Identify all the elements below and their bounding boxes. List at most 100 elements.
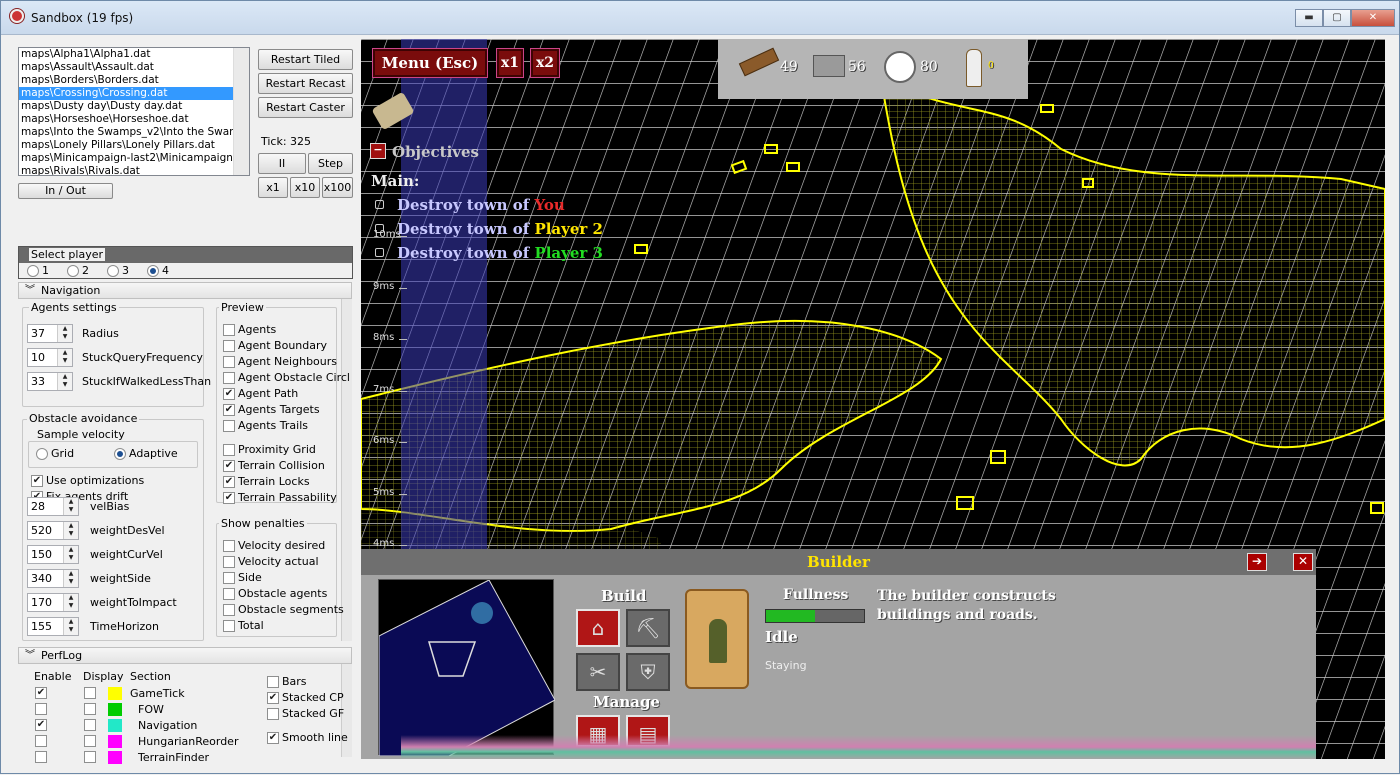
- weight-spinner[interactable]: 155 ▲ ▼: [27, 617, 79, 636]
- restart-recast-button[interactable]: Restart Recast: [258, 73, 353, 94]
- weight-spinner[interactable]: 520 ▲ ▼: [27, 521, 79, 540]
- map-list-item[interactable]: maps\Alpha1\Alpha1.dat: [19, 48, 233, 61]
- radius-spinner[interactable]: 37 ▲ ▼: [27, 324, 73, 343]
- map-list-item[interactable]: maps\Borders\Borders.dat: [19, 74, 233, 87]
- perflog-display-checkbox[interactable]: [84, 751, 96, 763]
- tools-icon[interactable]: ✂: [576, 653, 620, 691]
- navigation-header[interactable]: ︾ Navigation: [18, 282, 352, 299]
- collapse-objectives-icon[interactable]: −: [370, 143, 386, 159]
- player-radio-1[interactable]: 1: [27, 264, 49, 277]
- house-icon[interactable]: ⌂: [576, 609, 620, 647]
- penalty-checkbox-box[interactable]: [223, 540, 235, 552]
- perflog-option-checkbox-box[interactable]: [267, 676, 279, 688]
- perflog-option-checkbox[interactable]: ✔ Smooth line: [267, 731, 348, 744]
- speed-x100-button[interactable]: x100: [322, 177, 353, 198]
- minimap[interactable]: [378, 579, 556, 757]
- close-window-button[interactable]: ✕: [1351, 9, 1395, 27]
- perflog-display-checkbox[interactable]: [84, 719, 96, 731]
- shield-icon[interactable]: ⛨: [626, 653, 670, 691]
- preview-checkbox[interactable]: ✔ Terrain Locks: [223, 475, 310, 488]
- perflog-enable-checkbox[interactable]: [35, 735, 47, 747]
- preview-checkbox-box[interactable]: [223, 420, 235, 432]
- penalty-checkbox-box[interactable]: [223, 620, 235, 632]
- perflog-display-checkbox[interactable]: [84, 703, 96, 715]
- weight-spinner[interactable]: 340 ▲ ▼: [27, 569, 79, 588]
- preview-checkbox-box[interactable]: [223, 356, 235, 368]
- spinner-arrows-icon[interactable]: ▲ ▼: [63, 594, 78, 611]
- preview-checkbox-box[interactable]: [223, 444, 235, 456]
- map-list-item[interactable]: maps\Dusty day\Dusty day.dat: [19, 100, 233, 113]
- navigation-scrollbar[interactable]: [341, 299, 352, 641]
- preview-checkbox-box[interactable]: ✔: [223, 388, 235, 400]
- map-list-item[interactable]: maps\Assault\Assault.dat: [19, 61, 233, 74]
- map-list-item[interactable]: maps\Horseshoe\Horseshoe.dat: [19, 113, 233, 126]
- perflog-option-checkbox-box[interactable]: ✔: [267, 692, 279, 704]
- game-viewport[interactable]: 49 56 80 0 Menu (Esc) x1 x2 − Objectives…: [361, 39, 1385, 759]
- penalty-checkbox-box[interactable]: [223, 604, 235, 616]
- penalty-checkbox[interactable]: Velocity desired: [223, 539, 325, 552]
- preview-checkbox[interactable]: ✔ Terrain Passability: [223, 491, 337, 504]
- preview-checkbox[interactable]: ✔ Terrain Collision: [223, 459, 325, 472]
- stuck-walked-spinner[interactable]: 33 ▲ ▼: [27, 372, 73, 391]
- perflog-option-checkbox[interactable]: ✔ Stacked CP: [267, 691, 344, 704]
- preview-checkbox-box[interactable]: ✔: [223, 476, 235, 488]
- in-out-button[interactable]: In / Out: [18, 183, 113, 199]
- preview-checkbox-box[interactable]: [223, 340, 235, 352]
- preview-checkbox-box[interactable]: ✔: [223, 460, 235, 472]
- spinner-arrows-icon[interactable]: ▲ ▼: [63, 618, 78, 635]
- map-list-item-selected[interactable]: maps\Crossing\Crossing.dat: [19, 87, 233, 100]
- close-builder-icon[interactable]: ✕: [1293, 553, 1313, 571]
- restart-tiled-button[interactable]: Restart Tiled: [258, 49, 353, 70]
- map-list-item[interactable]: maps\Rivals\Rivals.dat: [19, 165, 233, 175]
- penalty-checkbox[interactable]: Side: [223, 571, 262, 584]
- minimize-button[interactable]: ▬: [1295, 9, 1323, 27]
- restart-caster-button[interactable]: Restart Caster: [258, 97, 353, 118]
- menu-button[interactable]: Menu (Esc): [372, 48, 488, 78]
- preview-checkbox[interactable]: Agents Trails: [223, 419, 308, 432]
- spinner-arrows-icon[interactable]: ▲ ▼: [63, 546, 78, 563]
- map-list-item[interactable]: maps\Lonely Pillars\Lonely Pillars.dat: [19, 139, 233, 152]
- penalty-checkbox[interactable]: Velocity actual: [223, 555, 319, 568]
- map-list-item[interactable]: maps\Minicampaign-last2\Minicampaign-las…: [19, 152, 233, 165]
- player-radio-4[interactable]: 4: [147, 264, 169, 277]
- speed-x1-button[interactable]: x1: [258, 177, 288, 198]
- spinner-arrows-icon[interactable]: ▲ ▼: [63, 570, 78, 587]
- pickaxe-icon[interactable]: ⛏: [626, 609, 670, 647]
- weight-spinner[interactable]: 170 ▲ ▼: [27, 593, 79, 612]
- player-radio-2[interactable]: 2: [67, 264, 89, 277]
- stuck-query-spinner[interactable]: 10 ▲ ▼: [27, 348, 73, 367]
- map-list-item[interactable]: maps\Into the Swamps_v2\Into the Swamps: [19, 126, 233, 139]
- perflog-option-checkbox[interactable]: Stacked GF: [267, 707, 344, 720]
- perflog-header[interactable]: ︾ PerfLog: [18, 647, 352, 664]
- preview-checkbox[interactable]: ✔ Agent Path: [223, 387, 298, 400]
- preview-checkbox-box[interactable]: [223, 372, 235, 384]
- perflog-enable-checkbox[interactable]: [35, 703, 47, 715]
- arrow-right-icon[interactable]: ➔: [1247, 553, 1267, 571]
- step-button[interactable]: Step: [308, 153, 353, 174]
- adaptive-radio[interactable]: Adaptive: [114, 447, 178, 460]
- preview-checkbox-box[interactable]: ✔: [223, 404, 235, 416]
- game-speed-x2-button[interactable]: x2: [530, 48, 560, 78]
- preview-checkbox[interactable]: Agent Obstacle Circl: [223, 371, 350, 384]
- perflog-enable-checkbox[interactable]: ✔: [35, 719, 47, 731]
- perflog-display-checkbox[interactable]: [84, 735, 96, 747]
- player-radio-3[interactable]: 3: [107, 264, 129, 277]
- spinner-arrows-icon[interactable]: ▲ ▼: [63, 498, 78, 515]
- speed-x10-button[interactable]: x10: [290, 177, 320, 198]
- spinner-arrows-icon[interactable]: ▲ ▼: [63, 522, 78, 539]
- weight-spinner[interactable]: 150 ▲ ▼: [27, 545, 79, 564]
- maximize-button[interactable]: ▢: [1323, 9, 1351, 27]
- penalty-checkbox[interactable]: Obstacle segments: [223, 603, 344, 616]
- pause-button[interactable]: II: [258, 153, 306, 174]
- perflog-display-checkbox[interactable]: [84, 687, 96, 699]
- perflog-option-checkbox-box[interactable]: [267, 708, 279, 720]
- game-speed-x1-button[interactable]: x1: [496, 48, 524, 78]
- perflog-option-checkbox-box[interactable]: ✔: [267, 732, 279, 744]
- preview-checkbox[interactable]: Agent Neighbours: [223, 355, 337, 368]
- perflog-enable-checkbox[interactable]: [35, 751, 47, 763]
- penalty-checkbox-box[interactable]: [223, 588, 235, 600]
- penalty-checkbox[interactable]: Total: [223, 619, 264, 632]
- penalty-checkbox-box[interactable]: [223, 572, 235, 584]
- preview-checkbox[interactable]: Proximity Grid: [223, 443, 316, 456]
- penalty-checkbox-box[interactable]: [223, 556, 235, 568]
